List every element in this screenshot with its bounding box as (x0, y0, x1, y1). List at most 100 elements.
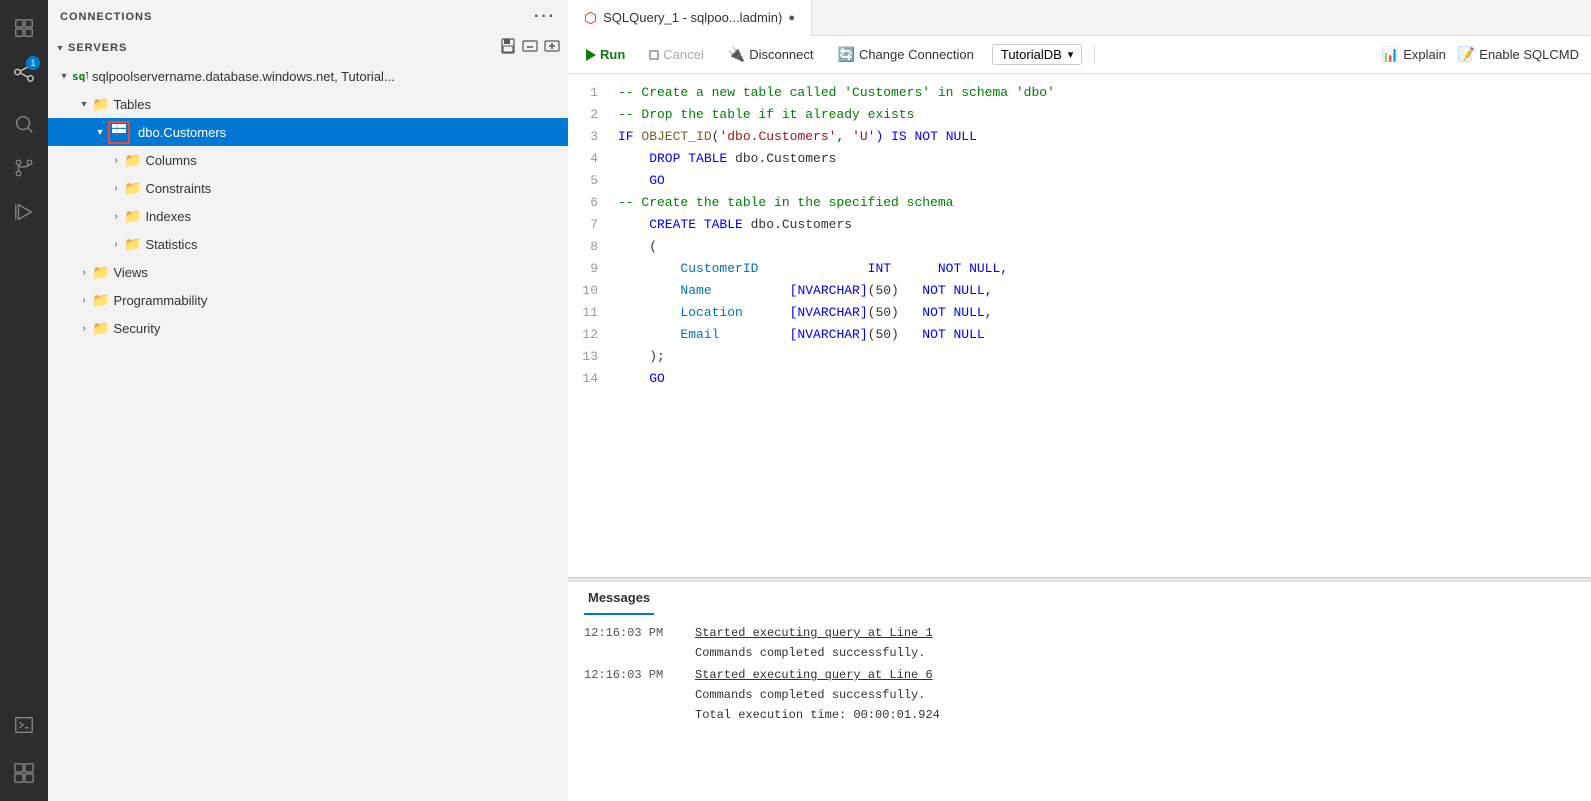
code-line-5: 5 GO (568, 170, 1591, 192)
code-line-6: 6-- Create the table in the specified sc… (568, 192, 1591, 214)
toolbar: Run Cancel 🔌 Disconnect 🔄 Change Connect… (568, 36, 1591, 74)
line-content: Location [NVARCHAR](50) NOT NULL, (618, 302, 1591, 324)
cancel-label: Cancel (663, 47, 703, 62)
line-content: DROP TABLE dbo.Customers (618, 148, 1591, 170)
activity-bar-search[interactable] (4, 104, 44, 144)
views-node[interactable]: › 📁 Views (48, 258, 568, 286)
line-content: GO (618, 170, 1591, 192)
line-content: GO (618, 368, 1591, 390)
code-line-9: 9 CustomerID INT NOT NULL, (568, 258, 1591, 280)
sqlcmd-icon: 📝 (1458, 46, 1475, 63)
sidebar-header: CONNECTIONS ··· (48, 0, 568, 34)
toolbar-right: 📊 Explain 📝 Enable SQLCMD (1382, 46, 1579, 63)
message-row: 12:16:03 PM Started executing query at Li… (584, 623, 1575, 663)
change-connection-label: Change Connection (859, 47, 974, 62)
sidebar-title: CONNECTIONS (60, 11, 152, 23)
views-folder-icon: 📁 (92, 264, 109, 281)
statistics-folder-icon: 📁 (124, 236, 141, 253)
servers-chevron: ▾ (52, 43, 68, 54)
messages-content: 12:16:03 PM Started executing query at Li… (568, 615, 1591, 801)
line-content: -- Create a new table called 'Customers'… (618, 82, 1591, 104)
code-line-12: 12 Email [NVARCHAR](50) NOT NULL (568, 324, 1591, 346)
line-number: 4 (568, 148, 618, 170)
server-name: sqlpoolservername.database.windows.net, … (92, 69, 395, 84)
svg-text:sql: sql (72, 70, 88, 83)
views-chevron: › (76, 267, 92, 278)
constraints-node[interactable]: › 📁 Constraints (48, 174, 568, 202)
message-time: 12:16:03 PM (584, 665, 679, 725)
indexes-node[interactable]: › 📁 Indexes (48, 202, 568, 230)
programmability-node[interactable]: › 📁 Programmability (48, 286, 568, 314)
activity-bar-extensions[interactable] (4, 753, 44, 793)
run-button[interactable]: Run (580, 45, 631, 64)
activity-bar-source-control[interactable] (4, 148, 44, 188)
code-line-4: 4 DROP TABLE dbo.Customers (568, 148, 1591, 170)
security-node[interactable]: › 📁 Security (48, 314, 568, 342)
message-time: 12:16:03 PM (584, 623, 679, 663)
programmability-folder-icon: 📁 (92, 292, 109, 309)
indexes-label: Indexes (141, 209, 191, 224)
enable-sqlcmd-button[interactable]: 📝 Enable SQLCMD (1458, 46, 1579, 63)
message-text: Started executing query at Line 1Command… (695, 623, 933, 663)
dbo-customers-icon (108, 121, 130, 144)
disconnect-button[interactable]: 🔌 Disconnect (722, 44, 820, 65)
code-line-7: 7 CREATE TABLE dbo.Customers (568, 214, 1591, 236)
activity-bar-explorer[interactable] (4, 8, 44, 48)
programmability-label: Programmability (109, 293, 207, 308)
dbo-customers-label: dbo.Customers (134, 125, 226, 140)
cancel-button: Cancel (643, 45, 709, 64)
constraints-folder-icon: 📁 (124, 180, 141, 197)
line-number: 6 (568, 192, 618, 214)
tab-title: SQLQuery_1 - sqlpoo...ladmin) (603, 10, 782, 25)
disconnect-icon[interactable] (522, 38, 538, 59)
messages-tab[interactable]: Messages (584, 582, 654, 615)
line-number: 9 (568, 258, 618, 280)
code-line-11: 11 Location [NVARCHAR](50) NOT NULL, (568, 302, 1591, 324)
line-content: Email [NVARCHAR](50) NOT NULL (618, 324, 1591, 346)
line-content: IF OBJECT_ID('dbo.Customers', 'U') IS NO… (618, 126, 1591, 148)
statistics-node[interactable]: › 📁 Statistics (48, 230, 568, 258)
line-number: 12 (568, 324, 618, 346)
security-label: Security (109, 321, 160, 336)
change-connection-button[interactable]: 🔄 Change Connection (832, 44, 980, 65)
run-play-icon (586, 49, 596, 61)
query-tab[interactable]: ⬡ SQLQuery_1 - sqlpoo...ladmin) ● (568, 0, 812, 36)
tab-db-icon: ⬡ (584, 9, 597, 27)
activity-bar-terminal[interactable] (4, 705, 44, 745)
servers-section[interactable]: ▾ SERVERS (48, 34, 568, 62)
tables-chevron: ▾ (76, 99, 92, 110)
disconnect-icon-btn: 🔌 (728, 46, 745, 63)
indexes-folder-icon: 📁 (124, 208, 141, 225)
explain-button[interactable]: 📊 Explain (1382, 46, 1446, 63)
enable-sqlcmd-label: Enable SQLCMD (1479, 47, 1579, 62)
activity-bar-run[interactable] (4, 192, 44, 232)
line-number: 11 (568, 302, 618, 324)
cancel-icon (649, 50, 659, 60)
statistics-label: Statistics (141, 237, 197, 252)
activity-bar-connections[interactable]: 1 (4, 52, 44, 92)
line-content: ); (618, 346, 1591, 368)
columns-node[interactable]: › 📁 Columns (48, 146, 568, 174)
line-number: 10 (568, 280, 618, 302)
table-dbo-customers[interactable]: ▾ dbo.Customers (48, 118, 568, 146)
servers-label: SERVERS (68, 42, 127, 54)
tables-node[interactable]: ▾ 📁 Tables (48, 90, 568, 118)
connect-icon[interactable] (544, 38, 560, 59)
more-options-icon[interactable]: ··· (534, 8, 556, 26)
programmability-chevron: › (76, 295, 92, 306)
line-number: 1 (568, 82, 618, 104)
editor-area: 1-- Create a new table called 'Customers… (568, 74, 1591, 801)
server-node[interactable]: ▾ sql sqlpoolservername.database.windows… (48, 62, 568, 90)
change-connection-icon: 🔄 (838, 46, 855, 63)
columns-label: Columns (141, 153, 196, 168)
database-selector[interactable]: TutorialDB ▾ (992, 44, 1082, 65)
line-number: 5 (568, 170, 618, 192)
code-line-1: 1-- Create a new table called 'Customers… (568, 82, 1591, 104)
tables-folder-icon: 📁 (92, 96, 109, 113)
code-editor[interactable]: 1-- Create a new table called 'Customers… (568, 74, 1591, 577)
line-content: -- Create the table in the specified sch… (618, 192, 1591, 214)
indexes-chevron: › (108, 211, 124, 222)
message-link: Started executing query at Line 6 (695, 668, 933, 682)
line-content: ( (618, 236, 1591, 258)
save-icon[interactable] (500, 38, 516, 59)
